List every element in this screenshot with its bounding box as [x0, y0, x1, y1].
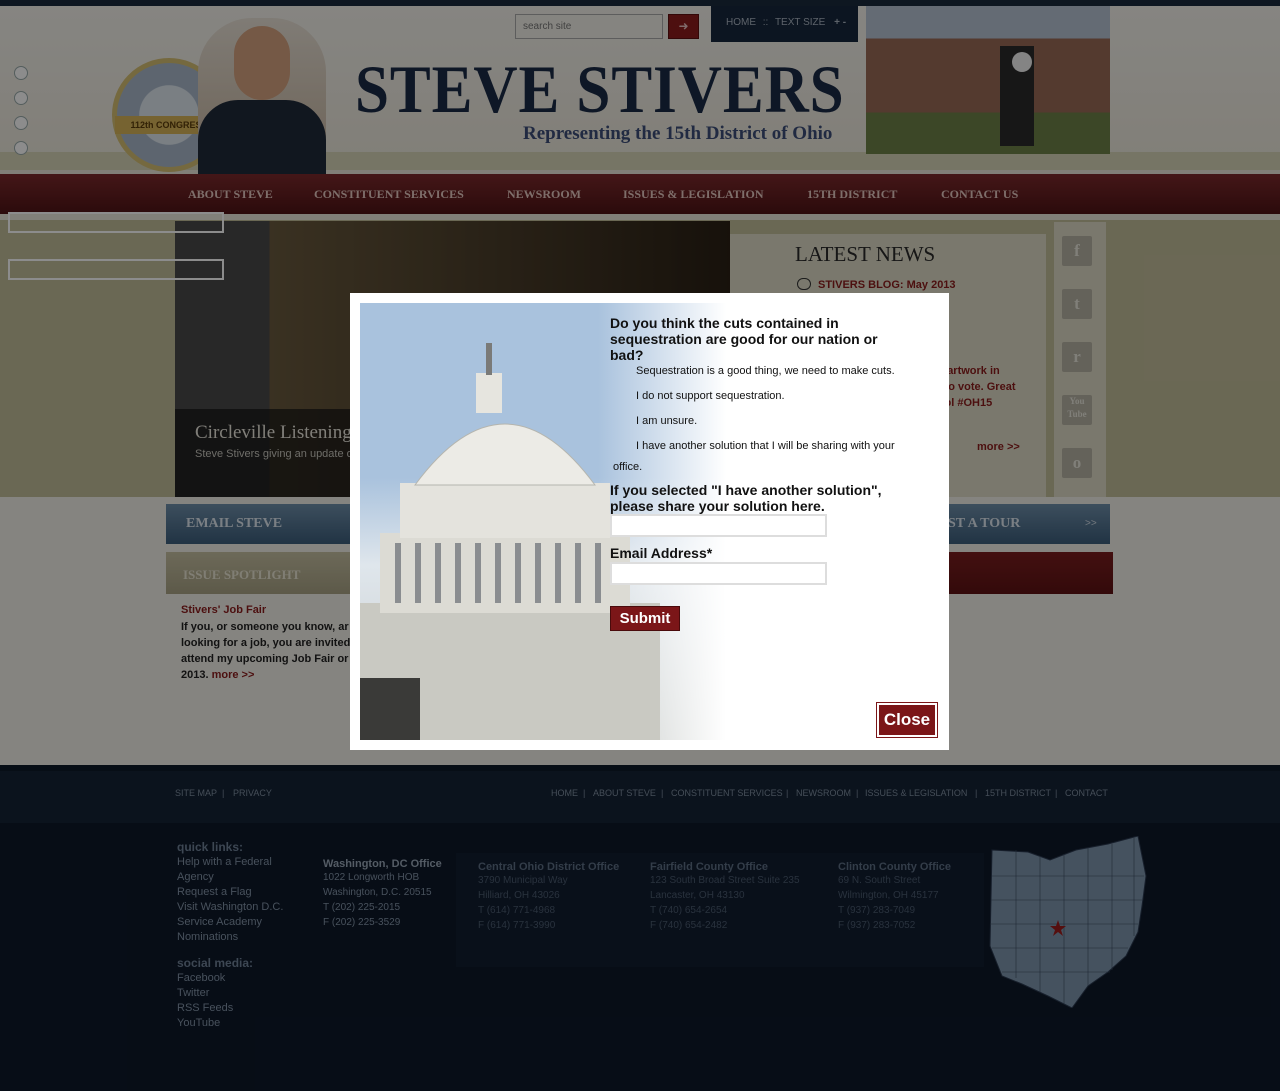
poll-option-another[interactable]: I have another solution that I will be s…	[636, 440, 895, 452]
poll-option-another-cont[interactable]: office.	[613, 461, 642, 473]
poll-option-not-support[interactable]: I do not support sequestration.	[636, 390, 785, 402]
email-input[interactable]	[610, 562, 827, 585]
solution-label: If you selected "I have another solution…	[610, 482, 882, 514]
close-button[interactable]: Close	[876, 702, 938, 738]
submit-button[interactable]: Submit	[610, 606, 680, 631]
solution-input[interactable]	[610, 514, 827, 537]
email-label: Email Address*	[610, 545, 713, 561]
poll-question: Do you think the cuts contained in seque…	[610, 315, 878, 363]
poll-option-good[interactable]: Sequestration is a good thing, we need t…	[636, 365, 895, 377]
poll-option-unsure[interactable]: I am unsure.	[636, 415, 697, 427]
